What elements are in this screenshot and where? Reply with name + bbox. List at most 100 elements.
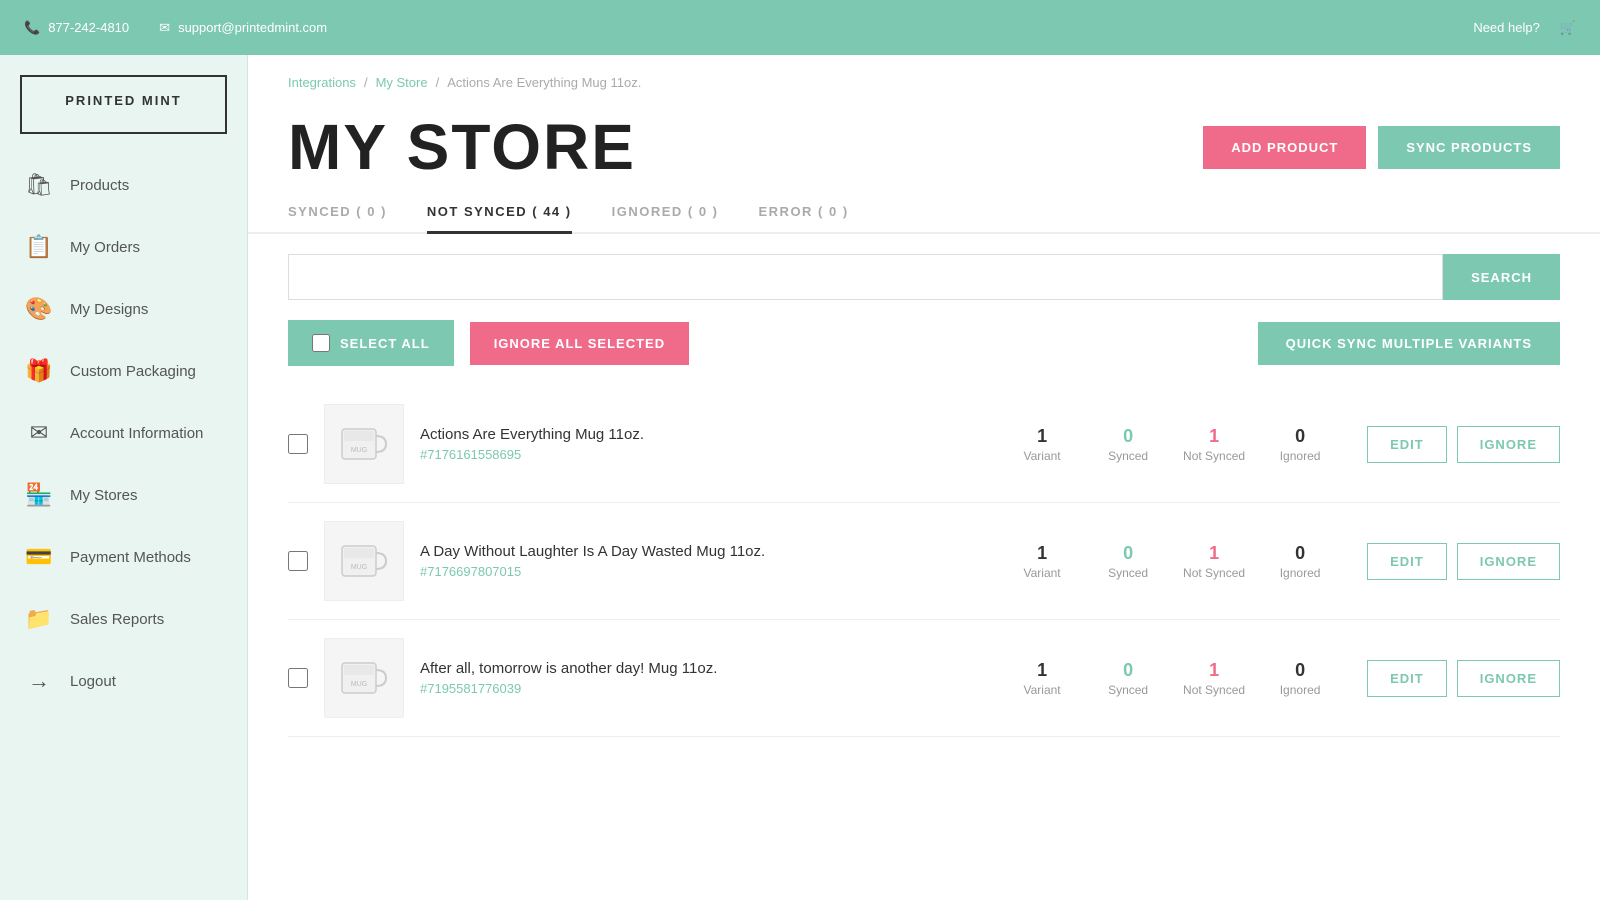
variant-col-1: 1 Variant: [1007, 426, 1077, 463]
svg-text:MUG: MUG: [351, 681, 367, 688]
breadcrumb-current: Actions Are Everything Mug 11oz.: [447, 75, 641, 90]
ignored-col-3: 0 Ignored: [1265, 660, 1335, 697]
sidebar-item-reports[interactable]: 📁 Sales Reports: [0, 588, 247, 650]
product-checkbox-1[interactable]: [288, 434, 308, 454]
phone-number: 877-242-4810: [48, 20, 129, 35]
variant-col-3: 1 Variant: [1007, 660, 1077, 697]
ignore-button-2[interactable]: IGNORE: [1457, 543, 1560, 580]
search-row: SEARCH: [248, 254, 1600, 320]
main-content: Integrations / My Store / Actions Are Ev…: [248, 55, 1600, 900]
brand-logo: PRINTED MINT: [20, 75, 227, 134]
top-bar: 📞 877-242-4810 ✉ support@printedmint.com…: [0, 0, 1600, 55]
sidebar-item-orders[interactable]: 📋 My Orders: [0, 216, 247, 278]
orders-icon: 📋: [24, 234, 54, 260]
sidebar-label-logout: Logout: [70, 673, 116, 690]
product-image-2: MUG: [324, 521, 404, 601]
phone-icon: 📞: [24, 20, 40, 36]
sidebar-item-packaging[interactable]: 🎁 Custom Packaging: [0, 340, 247, 402]
ignore-button-3[interactable]: IGNORE: [1457, 660, 1560, 697]
product-list: MUG Actions Are Everything Mug 11oz. #71…: [248, 386, 1600, 737]
sync-products-button[interactable]: SYNC PRODUCTS: [1378, 126, 1560, 169]
tab-ignored[interactable]: IGNORED ( 0 ): [612, 204, 719, 232]
action-row: SELECT ALL IGNORE ALL SELECTED QUICK SYN…: [248, 320, 1600, 386]
top-bar-left: 📞 877-242-4810 ✉ support@printedmint.com: [24, 20, 1473, 36]
product-name-2: A Day Without Laughter Is A Day Wasted M…: [420, 543, 991, 560]
product-actions-2: EDIT IGNORE: [1367, 543, 1560, 580]
cart-icon[interactable]: 🛒: [1560, 20, 1576, 36]
not-synced-col-1: 1 Not Synced: [1179, 426, 1249, 463]
sidebar-item-payment[interactable]: 💳 Payment Methods: [0, 526, 247, 588]
sidebar-item-logout[interactable]: → Logout: [0, 650, 247, 712]
product-name-3: After all, tomorrow is another day! Mug …: [420, 660, 991, 677]
tab-synced[interactable]: SYNCED ( 0 ): [288, 204, 387, 232]
account-icon: ✉: [24, 420, 54, 446]
svg-text:MUG: MUG: [351, 447, 367, 454]
product-sku-1: #7176161558695: [420, 447, 991, 462]
table-row: MUG After all, tomorrow is another day! …: [288, 620, 1560, 737]
header-buttons: ADD PRODUCT SYNC PRODUCTS: [1203, 126, 1560, 169]
sidebar-label-stores: My Stores: [70, 487, 138, 504]
synced-col-2: 0 Synced: [1093, 543, 1163, 580]
sidebar-label-payment: Payment Methods: [70, 549, 191, 566]
email-icon: ✉: [159, 20, 170, 36]
tabs: SYNCED ( 0 ) NOT SYNCED ( 44 ) IGNORED (…: [248, 184, 1600, 234]
search-input[interactable]: [288, 254, 1443, 300]
designs-icon: 🎨: [24, 296, 54, 322]
top-bar-right: Need help? 🛒: [1473, 20, 1576, 36]
ignored-col-1: 0 Ignored: [1265, 426, 1335, 463]
sidebar: PRINTED MINT 🛍 Products 📋 My Orders 🎨 My…: [0, 55, 248, 900]
help-link[interactable]: Need help?: [1473, 20, 1540, 35]
products-icon: 🛍: [24, 172, 54, 198]
breadcrumb-sep1: /: [364, 75, 368, 90]
tab-not-synced[interactable]: NOT SYNCED ( 44 ): [427, 204, 572, 234]
page-title: MY STORE: [288, 110, 636, 184]
stores-icon: 🏪: [24, 482, 54, 508]
product-actions-1: EDIT IGNORE: [1367, 426, 1560, 463]
product-actions-3: EDIT IGNORE: [1367, 660, 1560, 697]
sidebar-item-products[interactable]: 🛍 Products: [0, 154, 247, 216]
select-all-checkbox[interactable]: [312, 334, 330, 352]
product-image-3: MUG: [324, 638, 404, 718]
product-checkbox-2[interactable]: [288, 551, 308, 571]
sidebar-label-packaging: Custom Packaging: [70, 363, 196, 380]
reports-icon: 📁: [24, 606, 54, 632]
product-info-2: A Day Without Laughter Is A Day Wasted M…: [420, 543, 991, 579]
sidebar-label-reports: Sales Reports: [70, 611, 164, 628]
tab-error[interactable]: ERROR ( 0 ): [759, 204, 849, 232]
packaging-icon: 🎁: [24, 358, 54, 384]
ignore-button-1[interactable]: IGNORE: [1457, 426, 1560, 463]
breadcrumb-sep2: /: [436, 75, 440, 90]
email-address: support@printedmint.com: [178, 20, 327, 35]
synced-col-1: 0 Synced: [1093, 426, 1163, 463]
sidebar-item-stores[interactable]: 🏪 My Stores: [0, 464, 247, 526]
breadcrumb-integrations[interactable]: Integrations: [288, 75, 356, 90]
sidebar-label-account: Account Information: [70, 425, 203, 442]
breadcrumb-my-store[interactable]: My Store: [376, 75, 428, 90]
edit-button-3[interactable]: EDIT: [1367, 660, 1447, 697]
variant-col-2: 1 Variant: [1007, 543, 1077, 580]
edit-button-2[interactable]: EDIT: [1367, 543, 1447, 580]
email-contact: ✉ support@printedmint.com: [159, 20, 327, 36]
sidebar-label-designs: My Designs: [70, 301, 148, 318]
quick-sync-button[interactable]: QUICK SYNC MULTIPLE VARIANTS: [1258, 322, 1560, 365]
logout-icon: →: [24, 668, 54, 694]
breadcrumb: Integrations / My Store / Actions Are Ev…: [248, 55, 1600, 100]
sidebar-item-designs[interactable]: 🎨 My Designs: [0, 278, 247, 340]
ignore-all-selected-button[interactable]: IGNORE ALL SELECTED: [470, 322, 689, 365]
sidebar-item-account[interactable]: ✉ Account Information: [0, 402, 247, 464]
search-button[interactable]: SEARCH: [1443, 254, 1560, 300]
product-info-3: After all, tomorrow is another day! Mug …: [420, 660, 991, 696]
synced-col-3: 0 Synced: [1093, 660, 1163, 697]
select-all-button[interactable]: SELECT ALL: [288, 320, 454, 366]
not-synced-col-2: 1 Not Synced: [1179, 543, 1249, 580]
product-image-1: MUG: [324, 404, 404, 484]
add-product-button[interactable]: ADD PRODUCT: [1203, 126, 1366, 169]
payment-icon: 💳: [24, 544, 54, 570]
sidebar-label-orders: My Orders: [70, 239, 140, 256]
svg-text:MUG: MUG: [351, 564, 367, 571]
select-all-label: SELECT ALL: [340, 336, 430, 351]
edit-button-1[interactable]: EDIT: [1367, 426, 1447, 463]
ignored-col-2: 0 Ignored: [1265, 543, 1335, 580]
product-checkbox-3[interactable]: [288, 668, 308, 688]
sidebar-label-products: Products: [70, 177, 129, 194]
